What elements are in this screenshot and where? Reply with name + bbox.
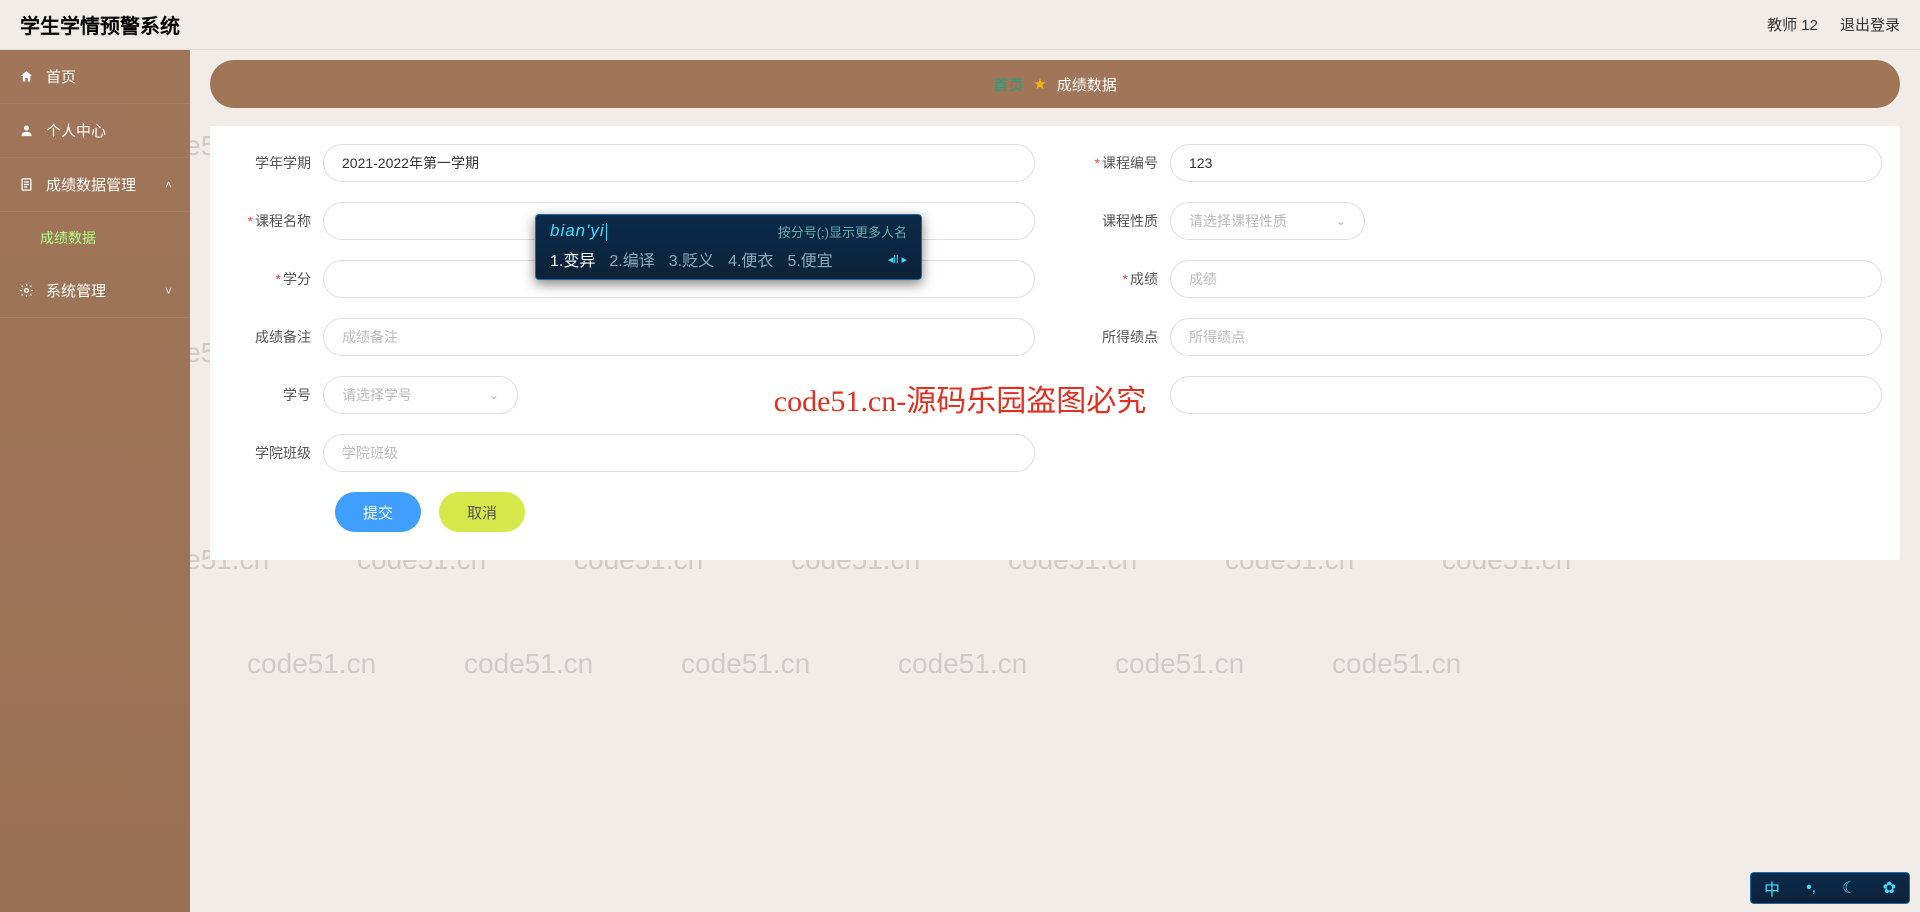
nav-profile[interactable]: 个人中心 <box>0 104 190 158</box>
label-credit: *学分 <box>228 269 323 289</box>
chevron-down-icon: ⌄ <box>489 388 499 402</box>
ime-status-bar[interactable]: 中 •, ☾ ✿ <box>1750 872 1910 904</box>
ime-candidate[interactable]: 3.贬义 <box>669 247 714 271</box>
user-label[interactable]: 教师 12 <box>1767 14 1818 35</box>
breadcrumb-home[interactable]: 首页 <box>993 74 1023 95</box>
input-course-no[interactable] <box>1170 144 1882 182</box>
input-right-5[interactable] <box>1170 376 1882 414</box>
form-panel: 学年学期 *课程编号 *课程名称 课程性质 请选择课程性质 ⌄ <box>210 126 1900 560</box>
input-college[interactable] <box>323 434 1035 472</box>
ime-pager-icon[interactable]: ◂ll ▸ <box>888 253 907 266</box>
chevron-down-icon: ˅ <box>165 284 172 298</box>
star-icon: ★ <box>1033 75 1046 93</box>
label-gpa: 所得绩点 <box>1075 327 1170 347</box>
label-score-note: 成绩备注 <box>228 327 323 347</box>
gear-icon <box>18 283 34 299</box>
home-icon <box>18 69 34 85</box>
select-student-no[interactable]: 请选择学号 ⌄ <box>323 376 518 414</box>
ime-composition: bian'yi <box>550 221 607 241</box>
select-course-type[interactable]: 请选择课程性质 ⌄ <box>1170 202 1365 240</box>
input-score-note[interactable] <box>323 318 1035 356</box>
ime-lang-icon[interactable]: 中 <box>1764 876 1780 900</box>
label-course-no: *课程编号 <box>1075 153 1170 173</box>
nav-label: 成绩数据 <box>40 228 96 248</box>
input-gpa[interactable] <box>1170 318 1882 356</box>
label-college: 学院班级 <box>228 443 323 463</box>
nav-label: 首页 <box>46 66 76 87</box>
submit-button[interactable]: 提交 <box>335 492 421 532</box>
main-area: 首页 ★ 成绩数据 学年学期 *课程编号 *课程名称 课程性质 <box>190 50 1920 912</box>
input-score[interactable] <box>1170 260 1882 298</box>
label-student-no: 学号 <box>228 385 323 405</box>
ime-popup: bian'yi 按分号(;)显示更多人名 1.变异 2.编译 3.贬义 4.便衣… <box>535 214 922 280</box>
doc-icon <box>18 177 34 193</box>
chevron-up-icon: ˄ <box>165 178 172 192</box>
ime-moon-icon[interactable]: ☾ <box>1842 878 1856 898</box>
label-score: *成绩 <box>1075 269 1170 289</box>
nav-label: 系统管理 <box>46 280 106 301</box>
ime-candidate[interactable]: 2.编译 <box>609 247 654 271</box>
label-course-name: *课程名称 <box>228 211 323 231</box>
input-semester[interactable] <box>323 144 1035 182</box>
label-course-type: 课程性质 <box>1075 211 1170 231</box>
nav-score-mgmt[interactable]: 成绩数据管理 ˄ <box>0 158 190 212</box>
chevron-down-icon: ⌄ <box>1336 214 1346 228</box>
nav-system[interactable]: 系统管理 ˅ <box>0 264 190 318</box>
ime-settings-icon[interactable]: ✿ <box>1883 878 1896 898</box>
label-semester: 学年学期 <box>228 153 323 173</box>
ime-candidate[interactable]: 4.便衣 <box>728 247 773 271</box>
cancel-button[interactable]: 取消 <box>439 492 525 532</box>
sidebar: 首页 个人中心 成绩数据管理 ˄ 成绩数据 系统管理 ˅ <box>0 50 190 912</box>
select-placeholder: 请选择学号 <box>342 385 412 405</box>
nav-label: 个人中心 <box>46 120 106 141</box>
ime-hint: 按分号(;)显示更多人名 <box>778 222 907 241</box>
app-title: 学生学情预警系统 <box>20 10 180 39</box>
nav-home[interactable]: 首页 <box>0 50 190 104</box>
ime-punct-icon[interactable]: •, <box>1806 879 1816 897</box>
user-icon <box>18 123 34 139</box>
ime-candidate[interactable]: 1.变异 <box>550 247 595 271</box>
nav-score-data[interactable]: 成绩数据 <box>0 212 190 264</box>
breadcrumb-current: 成绩数据 <box>1057 74 1117 95</box>
header: 学生学情预警系统 教师 12 退出登录 <box>0 0 1920 50</box>
breadcrumb: 首页 ★ 成绩数据 <box>210 60 1900 108</box>
ime-candidate[interactable]: 5.便宜 <box>787 247 832 271</box>
select-placeholder: 请选择课程性质 <box>1189 211 1287 231</box>
nav-label: 成绩数据管理 <box>46 174 136 195</box>
logout-link[interactable]: 退出登录 <box>1840 14 1900 35</box>
